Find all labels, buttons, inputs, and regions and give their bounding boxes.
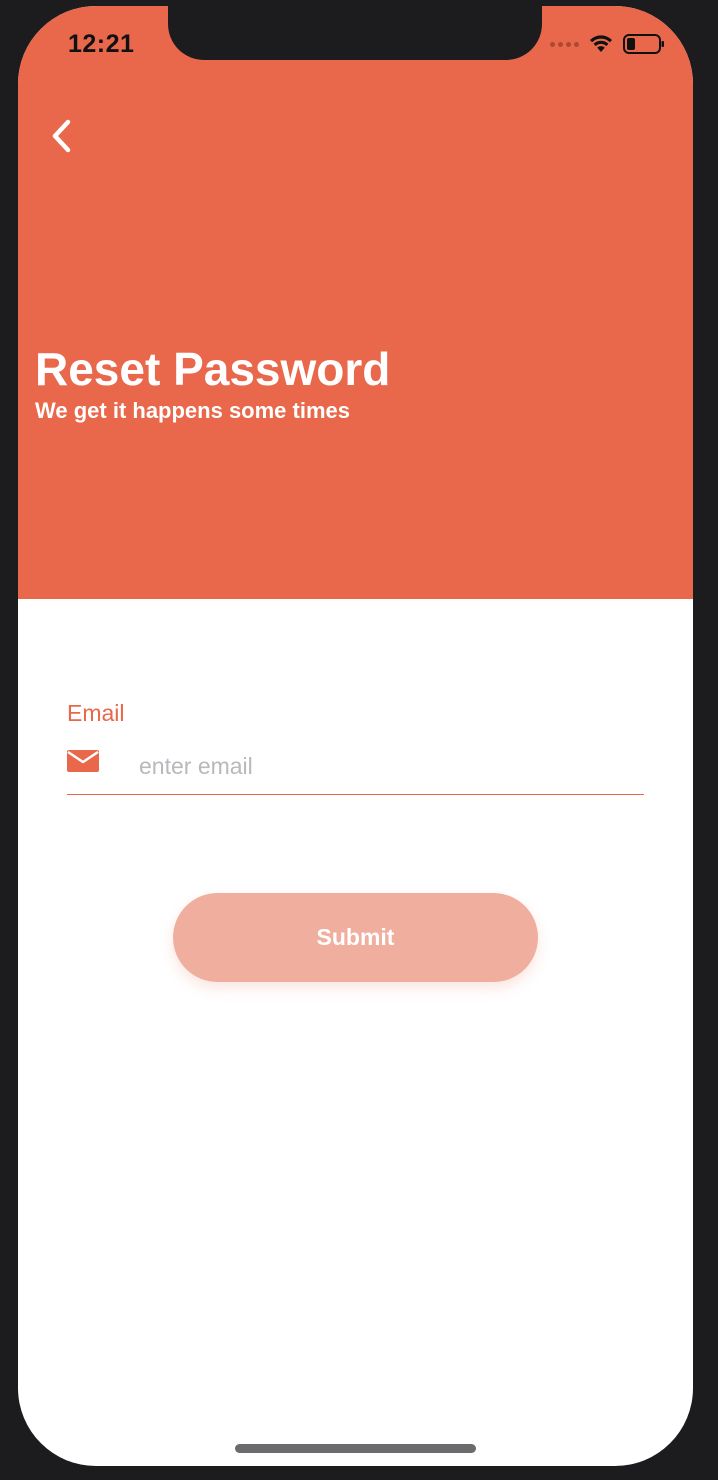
- chevron-left-icon: [52, 119, 71, 153]
- cellular-signal-icon: [550, 41, 579, 47]
- home-indicator[interactable]: [235, 1444, 476, 1453]
- status-time: 12:21: [68, 30, 135, 58]
- page-title: Reset Password: [35, 343, 391, 395]
- email-label: Email: [67, 700, 125, 726]
- page-subtitle: We get it happens some times: [35, 398, 351, 423]
- phone-screen: 12:21 Reset Password We get it happens s…: [18, 6, 693, 1466]
- device-notch: [168, 6, 542, 60]
- email-input[interactable]: [139, 746, 629, 786]
- mail-icon: [67, 750, 99, 772]
- wifi-icon: [590, 35, 612, 52]
- status-icons: [550, 34, 665, 54]
- battery-icon: [623, 34, 664, 54]
- header-banner: 12:21 Reset Password We get it happens s…: [18, 6, 693, 599]
- back-button[interactable]: [40, 114, 84, 158]
- email-field-row: [67, 738, 644, 795]
- submit-button[interactable]: Submit: [173, 893, 538, 982]
